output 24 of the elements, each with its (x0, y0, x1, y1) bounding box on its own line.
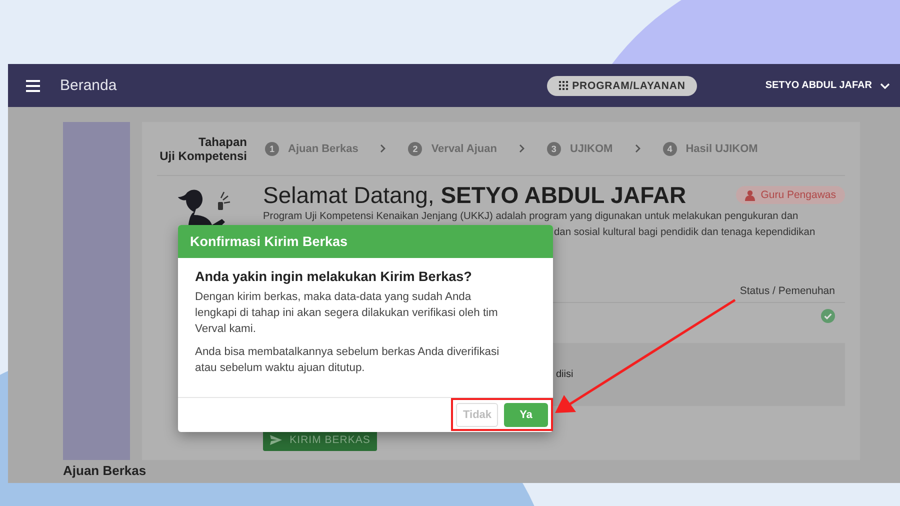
program-button[interactable]: PROGRAM/LAYANAN (547, 76, 698, 96)
step-number: 3 (546, 142, 561, 156)
confirm-button[interactable]: Ya (504, 403, 548, 427)
role-badge: Guru Pengawas (736, 186, 845, 204)
section-heading: Ajuan Berkas (63, 463, 148, 478)
step-label: Ajuan Berkas (288, 142, 358, 154)
dialog-text: Anda bisa membatalkannya sebelum berkas Anda diverifikasi atau sebelum waktu ajuan ditutup. (195, 345, 500, 376)
description-text: Program Uji Kompetensi Kenaikan Jenjang (UKKJ) adalah program yang digunakan untuk melakukan pengukuran dan (263, 210, 800, 224)
stepper-title: Tahapan Uji Kompetensi (158, 134, 247, 162)
step-number: 2 (408, 142, 422, 156)
note-text: diisi (556, 369, 574, 380)
step-number: 1 (265, 142, 279, 156)
step-label: Hasil UJIKOM (686, 142, 758, 154)
step-label: UJIKOM (570, 142, 613, 154)
dialog-question: Anda yakin ingin melakukan Kirim Berkas? (195, 269, 473, 284)
user-menu[interactable]: SETYO ABDUL JAFAR (765, 80, 890, 91)
dialog-title: Konfirmasi Kirim Berkas (190, 234, 348, 249)
welcome-heading: Selamat Datang, SETYO ABDUL JAFAR (263, 182, 686, 208)
column-header: Status / Pemenuhan (740, 285, 835, 297)
page-title: Beranda (60, 77, 117, 94)
step-label: Verval Ajuan (431, 142, 497, 154)
dialog-text: Dengan kirim berkas, maka data-data yang sudah Anda lengkapi di tahap ini akan segera dilakukan verifikasi oleh tim Verval kami. (195, 290, 499, 337)
cancel-button[interactable]: Tidak (456, 403, 498, 427)
step-number: 4 (662, 142, 677, 156)
